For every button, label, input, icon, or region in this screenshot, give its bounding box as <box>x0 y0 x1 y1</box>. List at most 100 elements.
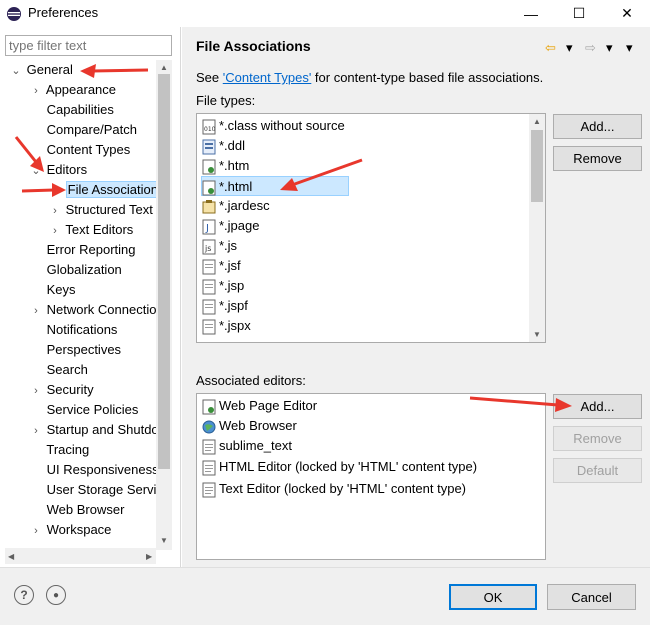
view-menu-icon[interactable]: ▾ <box>626 40 633 56</box>
file-type-remove-button[interactable]: Remove <box>553 146 642 171</box>
list-item[interactable]: *.htm <box>202 156 249 176</box>
cancel-button[interactable]: Cancel <box>547 584 636 610</box>
list-item[interactable]: *.jspf <box>202 296 248 316</box>
chevron-right-icon[interactable]: › <box>29 421 43 441</box>
list-item-label: *.jsp <box>219 278 245 293</box>
list-item[interactable]: Text Editor (locked by 'HTML' content ty… <box>202 479 466 499</box>
tree-item-search[interactable]: Search <box>29 360 88 380</box>
chevron-right-icon[interactable]: › <box>48 201 62 221</box>
scroll-left-arrow-icon[interactable]: ◀ <box>8 552 14 561</box>
tree-item-label: User Storage Service <box>46 482 171 497</box>
hint-prefix: See <box>196 70 223 85</box>
tree-item-perspectives[interactable]: Perspectives <box>29 340 121 360</box>
chevron-right-icon[interactable]: › <box>29 301 43 321</box>
tree-item-label: Content Types <box>46 142 131 157</box>
list-item[interactable]: HTML Editor (locked by 'HTML' content ty… <box>202 457 477 477</box>
tree-item-web-browser[interactable]: Web Browser <box>29 500 125 520</box>
forward-arrow-icon[interactable]: ⇨ <box>585 40 596 56</box>
scroll-up-arrow-icon[interactable]: ▲ <box>533 117 541 126</box>
chevron-right-icon[interactable]: › <box>29 521 43 541</box>
tree-item-file-associations[interactable]: File Associations <box>48 180 167 200</box>
list-item[interactable]: 010 *.class without source <box>202 116 345 136</box>
tree-item-label: Keys <box>46 282 76 297</box>
tree-item-label: Search <box>46 362 88 377</box>
list-item[interactable]: J *.jpage <box>202 216 259 236</box>
tree-horizontal-scrollbar[interactable] <box>5 548 156 564</box>
tree-item-error-reporting[interactable]: Error Reporting <box>29 240 136 260</box>
list-item[interactable]: js *.js <box>202 236 237 256</box>
tree-item-general[interactable]: ⌄ General <box>9 60 72 81</box>
chevron-right-icon[interactable]: › <box>29 81 43 101</box>
tree-item-text-editors[interactable]: › Text Editors <box>48 220 133 240</box>
filter-input[interactable] <box>5 35 172 56</box>
tree-item-ui-responsiveness[interactable]: UI Responsiveness <box>29 460 159 480</box>
list-item[interactable]: *.jsp <box>202 276 244 296</box>
close-button[interactable]: ✕ <box>604 0 650 27</box>
tree-item-appearance[interactable]: › Appearance <box>29 80 116 100</box>
tree-scroll-thumb[interactable] <box>158 74 170 469</box>
list-item[interactable]: sublime_text <box>202 436 292 456</box>
pane-divider[interactable] <box>180 27 181 567</box>
tree-item-label: Error Reporting <box>46 242 136 257</box>
tree-item-content-types[interactable]: Content Types <box>29 140 131 160</box>
file-type-add-button[interactable]: Add... <box>553 114 642 139</box>
htm-file-icon <box>202 159 216 175</box>
list-item[interactable]: *.ddl <box>202 136 245 156</box>
tree-item-service-policies[interactable]: Service Policies <box>29 400 139 420</box>
chevron-right-icon[interactable]: › <box>29 381 43 401</box>
html-file-icon <box>202 180 216 196</box>
forward-menu-chevron-icon[interactable]: ▾ <box>606 40 613 56</box>
tree-item-keys[interactable]: Keys <box>29 280 76 300</box>
tree-item-capabilities[interactable]: Capabilities <box>29 100 114 120</box>
ok-button[interactable]: OK <box>449 584 537 610</box>
content-types-link[interactable]: 'Content Types' <box>223 70 312 85</box>
scroll-down-arrow-icon[interactable]: ▼ <box>160 536 168 545</box>
scroll-up-arrow-icon[interactable]: ▲ <box>160 63 168 72</box>
editor-default-button[interactable]: Default <box>553 458 642 483</box>
tree-item-editors[interactable]: ⌄ Editors <box>29 160 87 180</box>
tree-item-notifications[interactable]: Notifications <box>29 320 118 340</box>
chevron-right-icon[interactable]: › <box>48 221 62 241</box>
scroll-down-arrow-icon[interactable]: ▼ <box>533 330 541 339</box>
editor-remove-button[interactable]: Remove <box>553 426 642 451</box>
list-item[interactable]: *.jsf <box>202 256 241 276</box>
title-bar: Preferences — ☐ ✕ <box>0 0 650 27</box>
tree-item-label: Service Policies <box>46 402 139 417</box>
tree-item-tracing[interactable]: Tracing <box>29 440 89 460</box>
tree-item-globalization[interactable]: Globalization <box>29 260 122 280</box>
tree-item-startup-shutdown[interactable]: › Startup and Shutdown <box>29 420 172 440</box>
list-item-label: Web Page Editor <box>219 398 318 413</box>
list-item[interactable]: *.jardesc <box>202 196 270 216</box>
list-item[interactable]: *.jspx <box>202 316 251 336</box>
tree-item-label: Network Connections <box>46 302 171 317</box>
list-item-label: *.class without source <box>219 118 345 133</box>
back-menu-chevron-icon[interactable]: ▾ <box>566 40 573 56</box>
chevron-down-icon[interactable]: ⌄ <box>29 161 43 181</box>
tree-item-user-storage-service[interactable]: User Storage Service <box>29 480 171 500</box>
tree-item-label: Workspace <box>46 522 112 537</box>
scroll-right-arrow-icon[interactable]: ▶ <box>146 552 152 561</box>
file-icon <box>202 482 216 498</box>
back-arrow-icon[interactable]: ⇦ <box>545 40 556 56</box>
list-item-selected[interactable]: *.html <box>201 176 349 196</box>
associated-editors-list: Web Page Editor Web Browser sublime_text… <box>196 393 546 560</box>
editor-add-button[interactable]: Add... <box>553 394 642 419</box>
chevron-down-icon[interactable]: ⌄ <box>9 61 23 81</box>
list-item-label: *.jspf <box>219 298 248 313</box>
maximize-button[interactable]: ☐ <box>556 0 602 27</box>
tree-item-network-connections[interactable]: › Network Connections <box>29 300 170 320</box>
list-item-label: *.js <box>219 238 238 253</box>
import-export-icon[interactable]: ● <box>46 585 66 605</box>
tree-item-security[interactable]: › Security <box>29 380 93 401</box>
tree-item-structured-text[interactable]: › Structured Text <box>48 200 153 220</box>
list-item[interactable]: Web Page Editor <box>202 396 317 416</box>
file-types-scroll-thumb[interactable] <box>531 130 543 202</box>
jsp-file-icon <box>202 279 216 295</box>
minimize-button[interactable]: — <box>508 0 554 27</box>
list-item[interactable]: Web Browser <box>202 416 297 436</box>
tree-item-label: Perspectives <box>46 342 122 357</box>
help-icon[interactable]: ? <box>14 585 34 605</box>
tree-item-label: Capabilities <box>46 102 114 117</box>
tree-item-workspace[interactable]: › Workspace <box>29 520 111 540</box>
tree-item-compare-patch[interactable]: Compare/Patch <box>29 120 137 140</box>
